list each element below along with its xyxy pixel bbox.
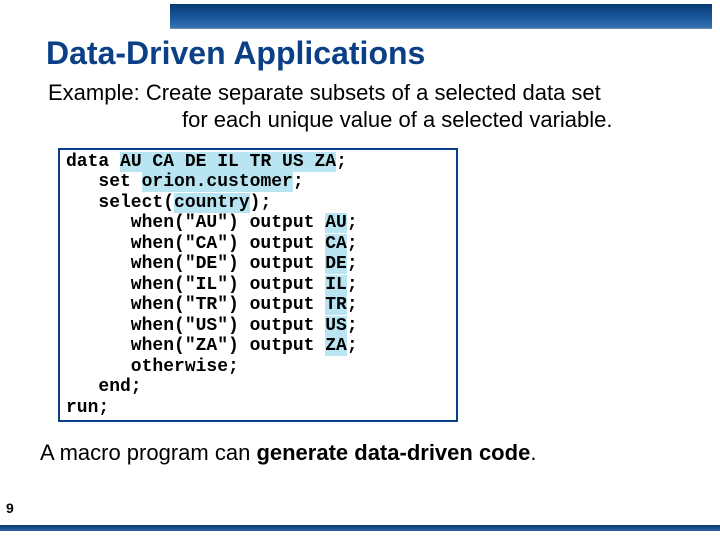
bottom-band [0, 525, 720, 531]
top-banner [170, 4, 712, 29]
page-number: 9 [6, 500, 14, 516]
code-au-a: when("AU") output [66, 213, 325, 233]
code-au-c: ; [347, 213, 358, 233]
example-line-1: Create separate subsets of a selected da… [146, 80, 601, 105]
code-l2a: set [66, 172, 142, 192]
code-otherwise: otherwise; [66, 357, 239, 377]
code-ca-a: when("CA") output [66, 234, 325, 254]
code-il-hl: IL [325, 275, 347, 295]
code-il-c: ; [347, 275, 358, 295]
code-za-c: ; [347, 336, 358, 356]
footer-part1: A macro program can [40, 440, 256, 465]
code-l3a: select( [66, 193, 174, 213]
code-l1b-highlight: AU CA DE IL TR US ZA [120, 152, 336, 172]
footer-part2-bold: generate data-driven code [256, 440, 530, 465]
code-ca-hl: CA [325, 234, 347, 254]
code-za-hl: ZA [325, 336, 347, 356]
code-l3b-highlight: country [174, 193, 250, 213]
code-il-a: when("IL") output [66, 275, 325, 295]
code-l1c: ; [336, 152, 347, 172]
code-l2b-highlight: orion.customer [142, 172, 293, 192]
slide-body: Data-Driven Applications Example: Create… [0, 35, 720, 466]
code-us-c: ; [347, 316, 358, 336]
code-de-c: ; [347, 254, 358, 274]
code-l2c: ; [293, 172, 304, 192]
code-au-hl: AU [325, 213, 347, 233]
code-de-a: when("DE") output [66, 254, 325, 274]
code-end: end; [66, 377, 142, 397]
code-run: run; [66, 398, 109, 418]
code-us-hl: US [325, 316, 347, 336]
code-tr-a: when("TR") output [66, 295, 325, 315]
code-block: data AU CA DE IL TR US ZA; set orion.cus… [58, 148, 458, 423]
slide-title: Data-Driven Applications [46, 35, 720, 72]
code-tr-hl: TR [325, 295, 347, 315]
example-label: Example: [48, 80, 146, 105]
code-de-hl: DE [325, 254, 347, 274]
example-line-2: for each unique value of a selected vari… [182, 107, 720, 134]
code-us-a: when("US") output [66, 316, 325, 336]
footer-text: A macro program can generate data-driven… [40, 440, 720, 466]
code-l1a: data [66, 152, 120, 172]
code-za-a: when("ZA") output [66, 336, 325, 356]
example-text: Example: Create separate subsets of a se… [48, 80, 720, 134]
code-ca-c: ; [347, 234, 358, 254]
code-tr-c: ; [347, 295, 358, 315]
code-l3c: ); [250, 193, 272, 213]
footer-part3: . [530, 440, 536, 465]
